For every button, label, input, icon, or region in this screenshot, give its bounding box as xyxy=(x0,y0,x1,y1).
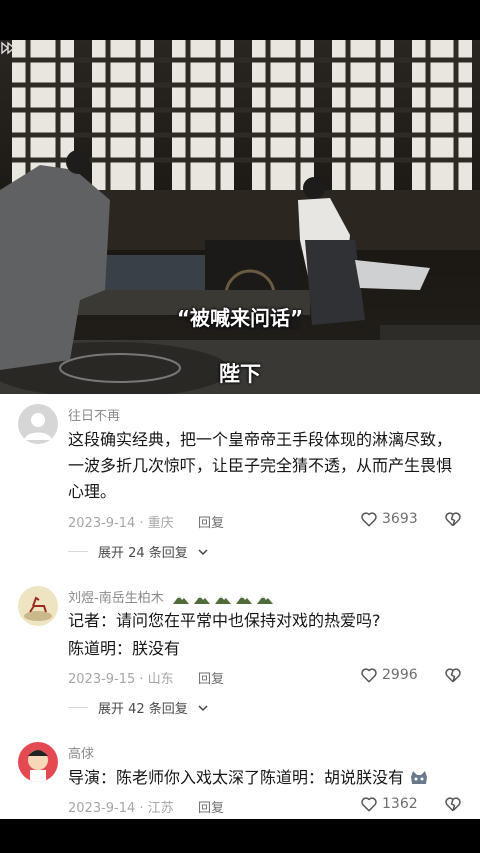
username[interactable]: 往日不再 xyxy=(68,405,120,424)
avatar[interactable] xyxy=(18,586,58,626)
comment-text-content: 导演：陈老师你入戏太深了陈道明：胡说朕没有 xyxy=(68,768,405,787)
like-count: 1362 xyxy=(382,796,418,812)
video-caption-bottom: 陛下 xyxy=(219,362,261,386)
broken-heart-icon[interactable] xyxy=(444,666,462,684)
avatar[interactable] xyxy=(18,742,58,782)
mountain-badge-icon xyxy=(235,595,252,604)
like-button[interactable]: 2996 xyxy=(360,666,418,684)
comment-text: 这段确实经典，把一个皇帝帝王手段体现的淋漓尽致，一波多折几次惊吓，让臣子完全猜不… xyxy=(68,430,453,501)
expand-replies-label: 展开 42 条回复 xyxy=(98,702,188,717)
heart-outline-icon xyxy=(361,512,377,527)
top-black-bar xyxy=(0,0,480,40)
mountain-badge-icon xyxy=(256,595,273,604)
mountain-badge-icon xyxy=(193,595,210,604)
divider xyxy=(68,551,88,552)
expand-replies-label: 展开 24 条回复 xyxy=(98,546,188,561)
mountain-badge-icon xyxy=(214,595,231,604)
like-count: 2996 xyxy=(382,667,418,683)
chevron-down-icon xyxy=(198,548,208,555)
fast-forward-icon[interactable] xyxy=(0,40,16,56)
comment-text: 导演：陈老师你入戏太深了陈道明：胡说朕没有 xyxy=(68,765,464,791)
username[interactable]: 高俅 xyxy=(68,743,94,762)
default-avatar-icon xyxy=(24,413,52,440)
expand-replies-button[interactable]: 展开 24 条回复 xyxy=(68,542,208,561)
comment-text-line-1: 记者：请问您在平常中也保持对戏的热爱吗? xyxy=(68,611,381,630)
chevron-down-icon xyxy=(198,704,208,711)
reply-button[interactable]: 回复 xyxy=(198,797,224,816)
like-button[interactable]: 3693 xyxy=(360,510,418,528)
user-badges xyxy=(172,593,274,605)
avatar[interactable] xyxy=(18,404,58,444)
broken-heart-icon[interactable] xyxy=(444,795,462,813)
divider xyxy=(68,707,88,708)
username[interactable]: 刘煜-南岳生柏木 xyxy=(68,587,274,606)
video-frame-scene xyxy=(0,40,480,394)
heart-outline-icon xyxy=(361,797,377,812)
comment-text-line-2: 陈道明：朕没有 xyxy=(68,639,181,658)
horse-rider-avatar-icon xyxy=(24,596,52,621)
heart-outline-icon xyxy=(361,668,377,683)
like-count: 3693 xyxy=(382,511,418,527)
expand-replies-button[interactable]: 展开 42 条回复 xyxy=(68,698,208,717)
video-caption-top: “被喊来问话” xyxy=(176,306,304,330)
comment-date-location: 2023-9-14 · 江苏 xyxy=(68,801,174,816)
cartoon-face-avatar-icon xyxy=(28,750,48,782)
bottom-black-bar xyxy=(0,819,480,853)
username-text: 刘煜-南岳生柏木 xyxy=(68,591,164,606)
mountain-badge-icon xyxy=(172,595,189,604)
reply-button[interactable]: 回复 xyxy=(198,512,224,531)
comment-date-location: 2023-9-14 · 重庆 xyxy=(68,516,174,531)
like-button[interactable]: 1362 xyxy=(360,795,418,813)
cat-emoji-icon xyxy=(411,770,428,784)
comment-date-location: 2023-9-15 · 山东 xyxy=(68,672,174,687)
broken-heart-icon[interactable] xyxy=(444,510,462,528)
reply-button[interactable]: 回复 xyxy=(198,668,224,687)
comment-list: 往日不再 这段确实经典，把一个皇帝帝王手段体现的淋漓尽致，一波多折几次惊吓，让臣… xyxy=(0,394,480,819)
video-player[interactable]: “被喊来问话” 陛下 xyxy=(0,40,480,394)
